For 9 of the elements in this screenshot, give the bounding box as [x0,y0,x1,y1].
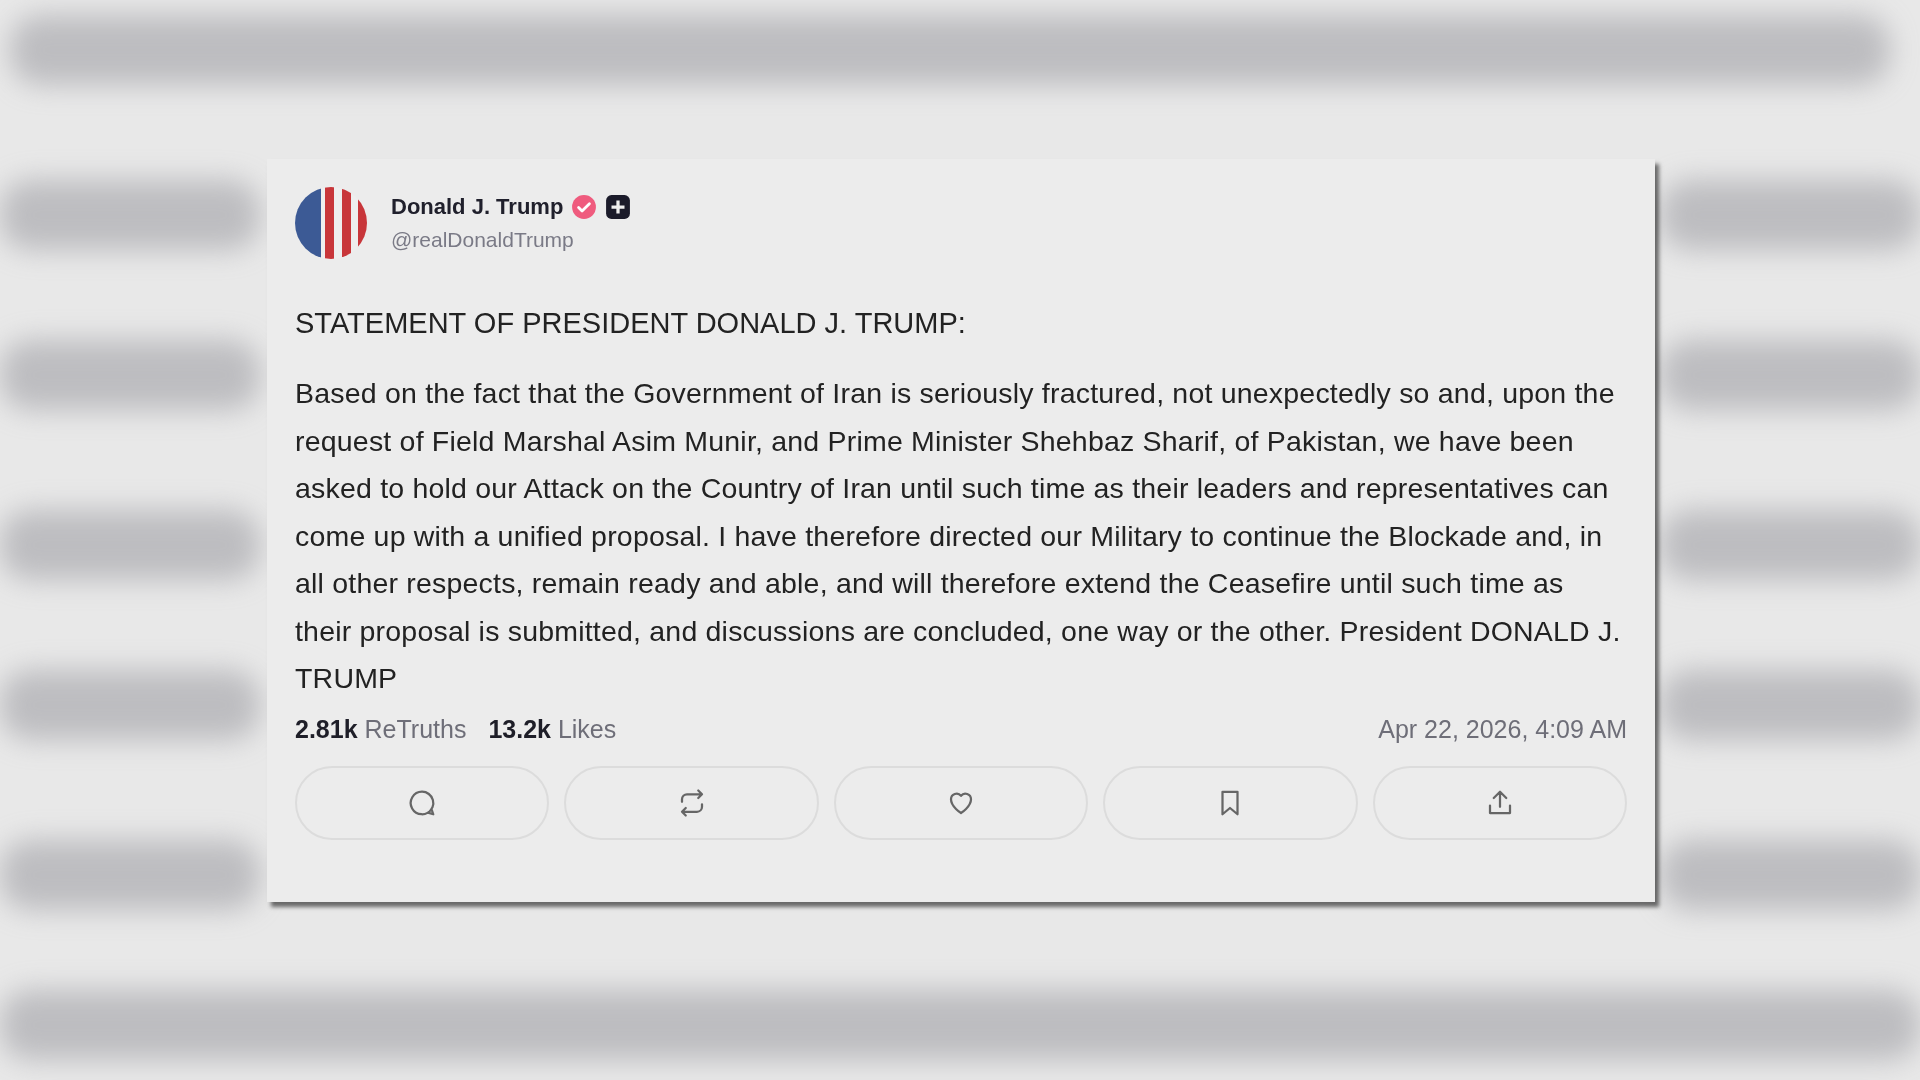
plus-badge-icon [605,194,632,220]
stat-count[interactable]: 13.2k Likes [488,714,617,744]
stat-count[interactable]: 2.81k ReTruths [295,714,467,744]
avatar[interactable] [295,187,367,259]
post-title: STATEMENT OF PRESIDENT DONALD J. TRUMP: [295,307,967,340]
post-timestamp[interactable]: Apr 22, 2026, 4:09 AM [1378,714,1627,744]
post-body: Based on the fact that the Government of Iran is seriously fractured, not unexpectedly so and, upon the request of Field Marshal Asim Munir, and Prime Minister Shehbaz Sharif, of Pakistan, we have been asked to hold our Attack on the Country of Iran until such time as their leaders and representatives can come up with a unified proposal. I have therefore directed our Military to continue the Blockade and, in all other respects, remain ready and able, and will therefore extend the Ceasefire until such time as their proposal is submitted, and discussions are concluded, one way or the other. President DONALD J. TRUMP [295,376,1622,696]
author-name[interactable]: Donald J. Trump [391,194,564,220]
author-handle[interactable]: @realDonaldTrump [391,228,632,252]
